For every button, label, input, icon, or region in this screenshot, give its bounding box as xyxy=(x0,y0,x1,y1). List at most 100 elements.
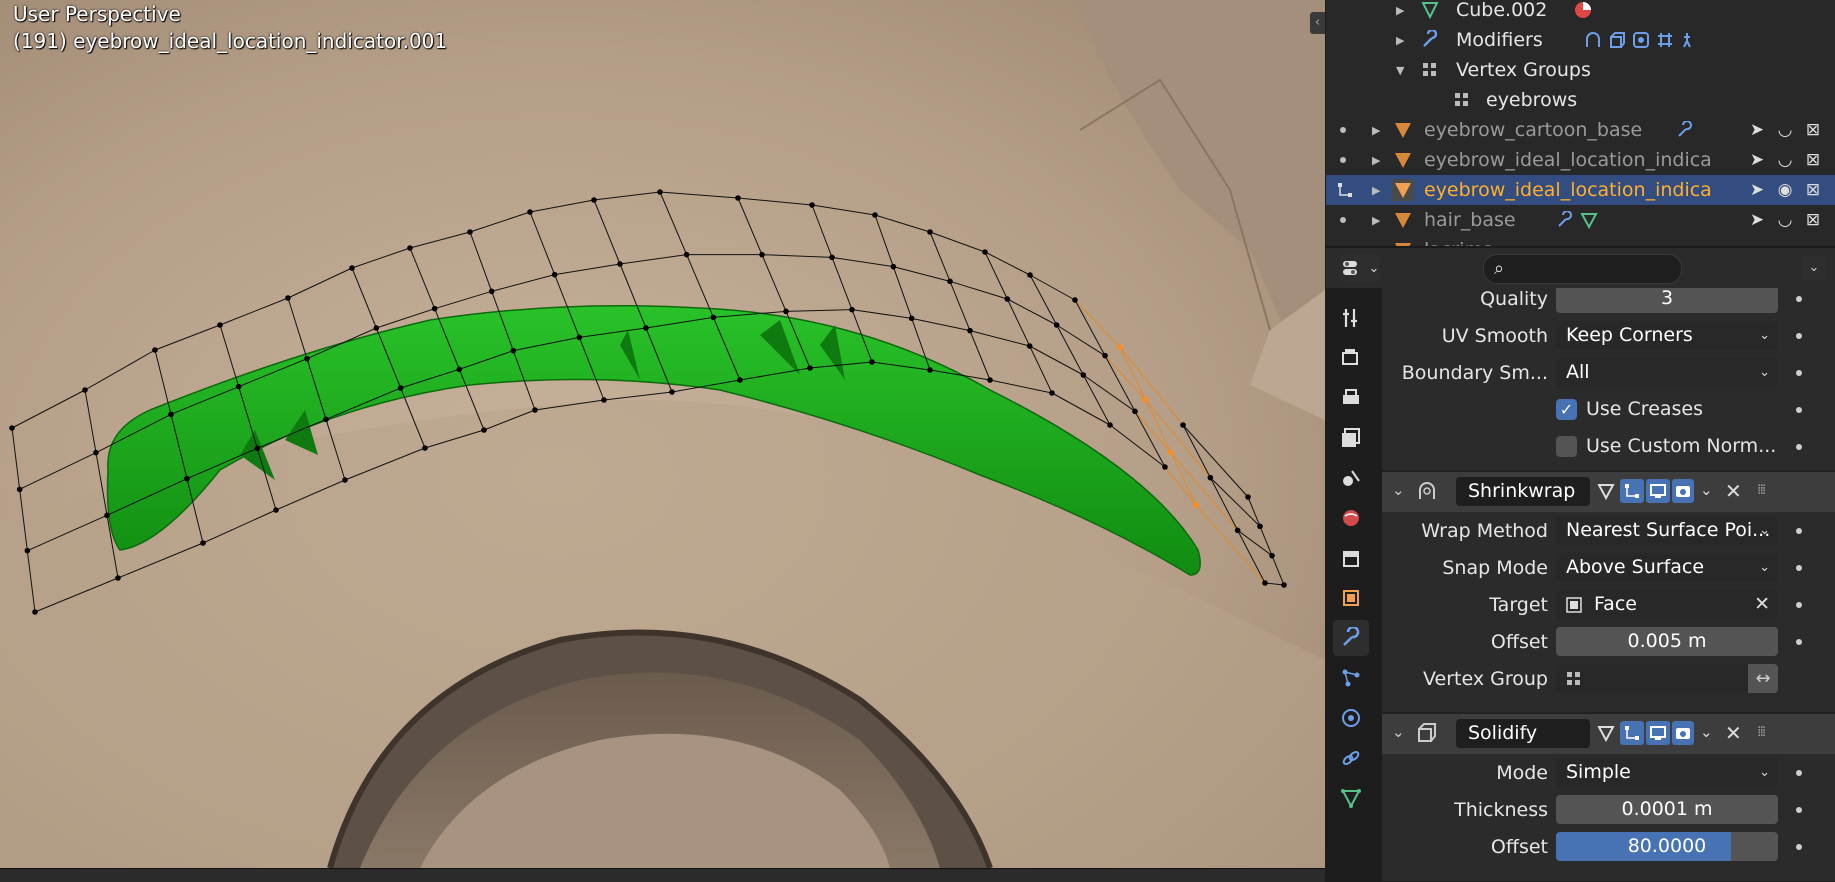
modifier-dropdown-icon[interactable]: ⌄ xyxy=(1700,723,1713,741)
thickness-field[interactable]: 0.0001 m xyxy=(1556,795,1778,824)
expand-triangle-icon[interactable]: ▶ xyxy=(1396,4,1404,17)
visibility-hidden-icon[interactable]: ◡ xyxy=(1774,209,1796,231)
tab-output[interactable] xyxy=(1333,380,1369,416)
tab-modifiers[interactable] xyxy=(1333,620,1369,656)
remove-modifier-icon[interactable]: ✕ xyxy=(1725,721,1742,745)
keyframe-dot[interactable] xyxy=(1796,639,1802,645)
invert-vertex-group-icon[interactable]: ↔ xyxy=(1748,664,1778,693)
keyframe-dot[interactable] xyxy=(1796,807,1802,813)
outliner-row-eyebrow-ideal-location[interactable]: ▶ eyebrow_ideal_location_indica ➤ ◡ ⊠ xyxy=(1326,145,1835,175)
outliner-row-hair-base[interactable]: ▶ hair_base ➤ ◡ ⊠ xyxy=(1326,205,1835,235)
vertex-group-field[interactable] xyxy=(1556,664,1748,693)
offset-field[interactable]: 0.005 m xyxy=(1556,627,1778,656)
edit-mode-cage-icon[interactable] xyxy=(1594,721,1618,745)
render-toggle-icon[interactable]: ⊠ xyxy=(1802,149,1824,171)
edit-mode-toggle-icon[interactable] xyxy=(1620,721,1644,745)
tab-physics[interactable] xyxy=(1333,700,1369,736)
drag-handle-icon[interactable]: ⁞⁞⁞ xyxy=(1757,482,1766,498)
edit-mode-icon[interactable] xyxy=(1334,179,1356,201)
outliner-row-eyebrow-ideal-location-001[interactable]: ▶ eyebrow_ideal_location_indica ➤ ◉ ⊠ xyxy=(1326,175,1835,205)
wrap-method-dropdown[interactable]: Nearest Surface Poi... ⌄ xyxy=(1556,516,1778,545)
tab-data[interactable] xyxy=(1333,780,1369,816)
render-toggle-icon[interactable]: ⊠ xyxy=(1802,119,1824,141)
use-creases-checkbox[interactable]: ✓ xyxy=(1556,399,1577,420)
clear-target-icon[interactable]: ✕ xyxy=(1754,590,1770,619)
editor-type-menu[interactable]: ⌄ xyxy=(1340,254,1380,282)
selectable-toggle-icon[interactable]: ➤ xyxy=(1746,209,1768,231)
edit-mode-toggle-icon[interactable] xyxy=(1620,479,1644,503)
selectable-toggle-icon[interactable]: ➤ xyxy=(1746,149,1768,171)
boundary-smooth-value: All xyxy=(1566,361,1590,383)
properties-options-menu[interactable]: ⌄ xyxy=(1801,256,1827,280)
uv-smooth-dropdown[interactable]: Keep Corners ⌄ xyxy=(1556,321,1778,350)
outliner-row-modifiers[interactable]: ▶ Modifiers xyxy=(1326,25,1835,55)
keyframe-dot[interactable] xyxy=(1796,370,1802,376)
drag-handle-icon[interactable]: ⁞⁞⁞ xyxy=(1757,724,1766,740)
mode-dropdown[interactable]: Simple ⌄ xyxy=(1556,758,1778,787)
quality-field[interactable]: 3 xyxy=(1556,288,1778,313)
shrinkwrap-modifier-header[interactable]: ⌄ Shrinkwrap ⌄ ✕ ⁞⁞⁞ xyxy=(1382,470,1835,512)
outliner-row-lacrima[interactable]: ▶ lacrima xyxy=(1326,235,1835,246)
remove-modifier-icon[interactable]: ✕ xyxy=(1725,479,1742,503)
visibility-eye-icon[interactable]: ◉ xyxy=(1774,179,1796,201)
material-icon xyxy=(1572,0,1594,21)
solidify-modifier-header[interactable]: ⌄ Solidify ⌄ ✕ ⁞⁞⁞ xyxy=(1382,712,1835,754)
expand-triangle-icon[interactable]: ▶ xyxy=(1396,34,1404,47)
render-toggle-icon[interactable]: ⊠ xyxy=(1802,179,1824,201)
keyframe-dot[interactable] xyxy=(1796,565,1802,571)
outliner-row-eyebrow-cartoon-base[interactable]: ▶ eyebrow_cartoon_base ➤ ◡ ⊠ xyxy=(1326,115,1835,145)
keyframe-dot[interactable] xyxy=(1796,407,1802,413)
outliner-row-vertex-groups[interactable]: ▼ Vertex Groups xyxy=(1326,55,1835,85)
tab-collection[interactable] xyxy=(1333,540,1369,576)
render-camera-icon[interactable] xyxy=(1672,721,1694,745)
realtime-display-icon[interactable] xyxy=(1646,479,1670,503)
tab-object[interactable] xyxy=(1333,580,1369,616)
keyframe-dot[interactable] xyxy=(1796,444,1802,450)
3d-viewport[interactable]: User Perspective (191) eyebrow_ideal_loc… xyxy=(0,0,1325,868)
collapse-chevron-icon[interactable]: ⌄ xyxy=(1392,481,1405,499)
visibility-hidden-icon[interactable]: ◡ xyxy=(1774,149,1796,171)
use-custom-normals-checkbox[interactable] xyxy=(1556,436,1577,457)
selectable-toggle-icon[interactable]: ➤ xyxy=(1746,179,1768,201)
outliner[interactable]: ▶ Cube.002 ▶ Modifiers ▼ Vertex Groups e… xyxy=(1326,0,1835,248)
keyframe-dot[interactable] xyxy=(1796,602,1802,608)
sidebar-toggle[interactable]: ‹ xyxy=(1310,12,1325,34)
collapse-triangle-icon[interactable]: ▼ xyxy=(1396,64,1404,77)
use-custom-normals-row: Use Custom Norm... xyxy=(1382,429,1835,466)
outliner-row-vg-eyebrows[interactable]: eyebrows xyxy=(1326,85,1835,115)
tab-world[interactable] xyxy=(1333,500,1369,536)
properties-search-input[interactable]: ⌕ xyxy=(1483,254,1682,284)
properties-editor-icon xyxy=(1342,261,1357,275)
realtime-display-icon[interactable] xyxy=(1646,721,1670,745)
viewport-mode-label: User Perspective xyxy=(13,2,181,26)
shrinkwrap-name-field[interactable]: Shrinkwrap xyxy=(1456,477,1590,506)
tab-particles[interactable] xyxy=(1333,660,1369,696)
solidify-name-field[interactable]: Solidify xyxy=(1456,719,1590,748)
render-camera-icon[interactable] xyxy=(1672,479,1694,503)
selectable-toggle-icon[interactable]: ➤ xyxy=(1746,119,1768,141)
render-toggle-icon[interactable]: ⊠ xyxy=(1802,209,1824,231)
collapse-chevron-icon[interactable]: ⌄ xyxy=(1392,723,1405,741)
keyframe-dot[interactable] xyxy=(1796,333,1802,339)
keyframe-dot[interactable] xyxy=(1796,844,1802,850)
modifier-dropdown-icon[interactable]: ⌄ xyxy=(1700,481,1713,499)
mode-label: Mode xyxy=(1496,762,1548,784)
keyframe-dot[interactable] xyxy=(1796,528,1802,534)
solidify-mode-row: Mode Simple ⌄ xyxy=(1382,755,1835,792)
tab-scene[interactable] xyxy=(1333,460,1369,496)
offset-slider[interactable]: 80.0000 xyxy=(1556,832,1778,861)
render-icon xyxy=(1342,349,1358,365)
visibility-hidden-icon[interactable]: ◡ xyxy=(1774,119,1796,141)
outliner-label: Modifiers xyxy=(1456,29,1543,51)
tab-tool[interactable] xyxy=(1333,300,1369,336)
edit-mode-cage-icon[interactable] xyxy=(1594,479,1618,503)
boundary-smooth-dropdown[interactable]: All ⌄ xyxy=(1556,358,1778,387)
keyframe-dot[interactable] xyxy=(1796,296,1802,302)
tab-render[interactable] xyxy=(1333,340,1369,376)
keyframe-dot[interactable] xyxy=(1796,770,1802,776)
tab-view-layer[interactable] xyxy=(1333,420,1369,456)
snap-mode-dropdown[interactable]: Above Surface ⌄ xyxy=(1556,553,1778,582)
outliner-row-cube[interactable]: ▶ Cube.002 xyxy=(1326,0,1835,25)
tab-constraints[interactable] xyxy=(1333,740,1369,776)
target-field[interactable]: Face ✕ xyxy=(1556,590,1778,619)
